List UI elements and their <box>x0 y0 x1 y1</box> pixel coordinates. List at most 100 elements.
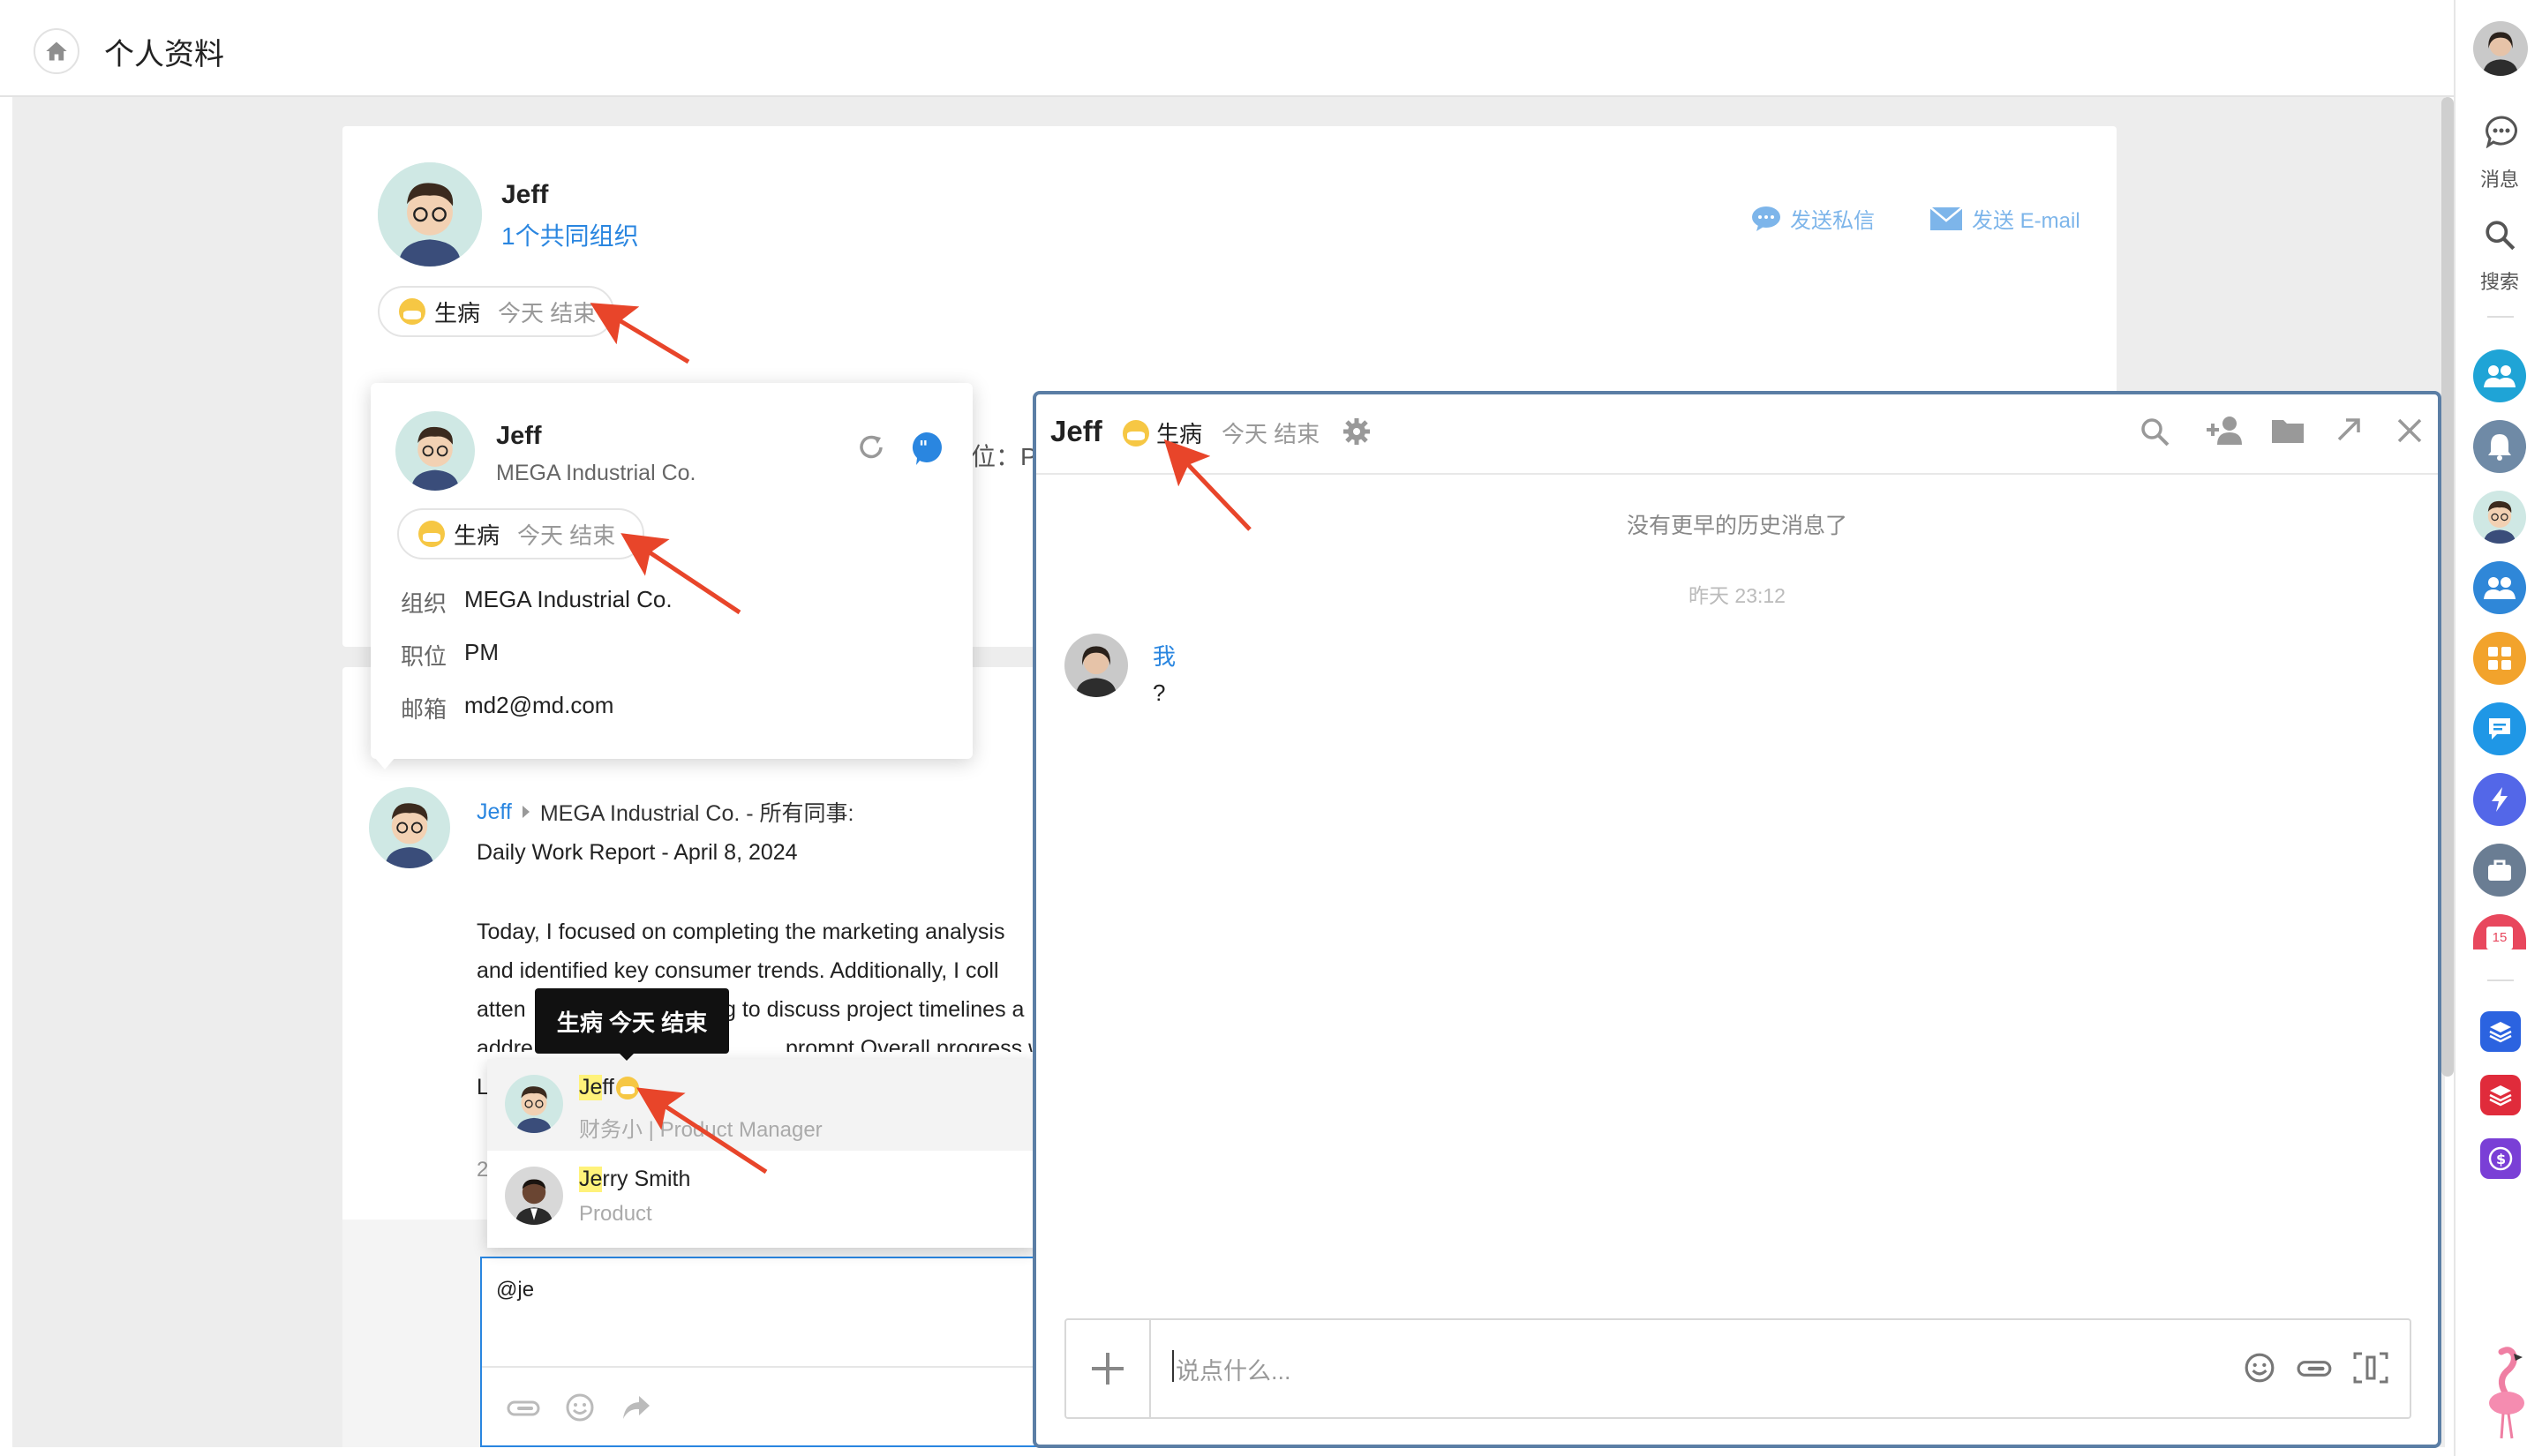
chat-input[interactable]: 说点什么... <box>1176 1352 1291 1386</box>
plus-icon <box>1092 1353 1124 1385</box>
search-label: 搜索 <box>2479 271 2519 293</box>
send-email-button[interactable]: 发送 E-mail <box>1929 203 2080 234</box>
calendar-icon: 15 <box>2486 927 2513 949</box>
chat-status[interactable]: 生病 今天 结束 <box>1123 417 1320 449</box>
svg-text:": " <box>919 437 928 458</box>
sick-emoji-icon <box>615 1076 639 1100</box>
post-line-3b: g to discuss project timelines a <box>724 997 1025 1022</box>
comment-box[interactable] <box>480 1257 1038 1447</box>
gear-icon[interactable] <box>1342 417 1372 447</box>
no-history-text: 没有更早的历史消息了 <box>1626 514 1847 538</box>
quote-chat-icon[interactable]: " <box>909 431 943 466</box>
status-end: 今天 结束 <box>498 299 597 326</box>
my-avatar <box>1064 634 1128 697</box>
post-title: Daily Work Report - April 8, 2024 <box>477 840 798 865</box>
sidebar-item-apps[interactable] <box>2473 632 2526 685</box>
user-avatar[interactable] <box>2473 21 2528 76</box>
add-member-icon[interactable] <box>2205 415 2244 447</box>
sick-emoji-icon <box>399 298 425 325</box>
post-author-link[interactable]: Jeff <box>477 799 512 825</box>
emoji-icon[interactable] <box>2244 1352 2275 1384</box>
post-line-2: and identified key consumer trends. Addi… <box>477 958 999 983</box>
sidebar-divider <box>2487 979 2514 981</box>
post-line-1: Today, I focused on completing the marke… <box>477 919 1005 944</box>
search-icon[interactable] <box>2140 417 2171 448</box>
popover-avatar <box>395 411 475 491</box>
sidebar-item-posts[interactable] <box>2473 702 2526 755</box>
page-scrollbar[interactable] <box>2441 97 2454 1077</box>
attach-icon[interactable] <box>507 1400 542 1417</box>
popover-company: MEGA Industrial Co. <box>496 461 696 485</box>
layers-icon <box>2489 1085 2512 1107</box>
partial-position-text: 位：P <box>971 443 1037 470</box>
popover-email-value[interactable]: md2@md.com <box>464 692 613 719</box>
post-line-3a: atten <box>477 997 526 1022</box>
status-end: 今天 结束 <box>517 522 616 549</box>
sidebar-item-layers-blue[interactable] <box>2480 1011 2521 1052</box>
send-dm-label: 发送私信 <box>1790 209 1875 233</box>
tooltip-tail <box>618 1052 636 1061</box>
chat-text-cursor <box>1172 1350 1174 1382</box>
close-icon[interactable] <box>2395 417 2424 445</box>
profile-status-pill[interactable]: 生病 今天 结束 <box>378 286 614 337</box>
chat-bubble-icon[interactable] <box>2484 115 2519 148</box>
chat-status-label: 生病 <box>1156 421 1203 447</box>
popover-org-value: MEGA Industrial Co. <box>464 586 673 612</box>
post-header: Jeff MEGA Industrial Co. - 所有同事: <box>477 796 854 828</box>
sidebar-item-contacts[interactable] <box>2473 349 2526 402</box>
page-title: 个人资料 <box>104 38 224 71</box>
popover-position-value: PM <box>464 639 499 665</box>
folder-icon[interactable] <box>2270 417 2305 445</box>
comment-input[interactable]: @je <box>496 1278 534 1302</box>
sidebar-item-group[interactable] <box>2473 561 2526 614</box>
popout-icon[interactable] <box>2334 415 2364 445</box>
status-label: 生病 <box>434 299 481 326</box>
shared-orgs-link[interactable]: 1个共同组织 <box>501 217 639 252</box>
send-email-label: 发送 E-mail <box>1972 209 2080 233</box>
share-icon[interactable] <box>621 1394 651 1421</box>
sidebar-item-ai[interactable] <box>2473 773 2526 826</box>
sidebar-item-notifications[interactable] <box>2473 420 2526 473</box>
search-icon[interactable] <box>2484 219 2517 252</box>
message-square-icon <box>2489 718 2510 739</box>
svg-text:$: $ <box>2496 1151 2506 1167</box>
message-sender: 我 <box>1153 643 1177 670</box>
send-dm-button[interactable]: 发送私信 <box>1751 203 1875 234</box>
briefcase-icon <box>2488 859 2511 881</box>
mention-name-jeff: Je ff <box>579 1075 639 1100</box>
add-attachment-button[interactable] <box>1066 1320 1151 1417</box>
popover-status-pill[interactable]: 生病 今天 结束 <box>397 508 644 559</box>
mention-avatar-jerry <box>505 1167 563 1225</box>
status-label: 生病 <box>454 522 500 549</box>
chat-status-end: 今天 结束 <box>1222 421 1320 447</box>
popover-name: Jeff <box>496 422 542 450</box>
comment-divider <box>482 1366 1038 1368</box>
post-line-4a: addre <box>477 1036 533 1052</box>
top-bar <box>0 0 2454 97</box>
status-tooltip: 生病 今天 结束 <box>535 988 729 1054</box>
grid-icon <box>2488 647 2511 670</box>
mention-sub-jeff: 财务小​ | Product Manager <box>579 1118 823 1142</box>
home-button[interactable] <box>34 28 79 74</box>
message-text: ? <box>1153 679 1166 706</box>
popover-org-label: 组织 <box>401 590 447 617</box>
chat-header-divider <box>1036 473 2438 475</box>
sick-emoji-icon <box>418 521 445 547</box>
sidebar-item-calendar[interactable]: 15 <box>2473 914 2526 949</box>
screenshot-icon[interactable] <box>2353 1352 2388 1384</box>
sick-emoji-icon <box>1123 419 1149 447</box>
lightning-icon <box>2492 787 2508 812</box>
sidebar-item-payments[interactable]: $ <box>2480 1138 2521 1179</box>
mail-icon <box>1929 206 1963 230</box>
profile-name: Jeff <box>501 180 549 209</box>
sidebar-item-work[interactable] <box>2473 844 2526 897</box>
mention-highlight: Je <box>579 1167 603 1192</box>
refresh-icon[interactable] <box>856 432 886 462</box>
attach-icon[interactable] <box>2297 1359 2334 1378</box>
chat-window <box>1033 391 2441 1448</box>
sidebar-item-layers-red[interactable] <box>2480 1075 2521 1115</box>
flamingo-icon <box>2489 1347 2524 1439</box>
emoji-icon[interactable] <box>565 1392 595 1422</box>
mention-rest: rry Smith <box>602 1167 691 1191</box>
sidebar-item-jeff[interactable] <box>2473 491 2526 544</box>
